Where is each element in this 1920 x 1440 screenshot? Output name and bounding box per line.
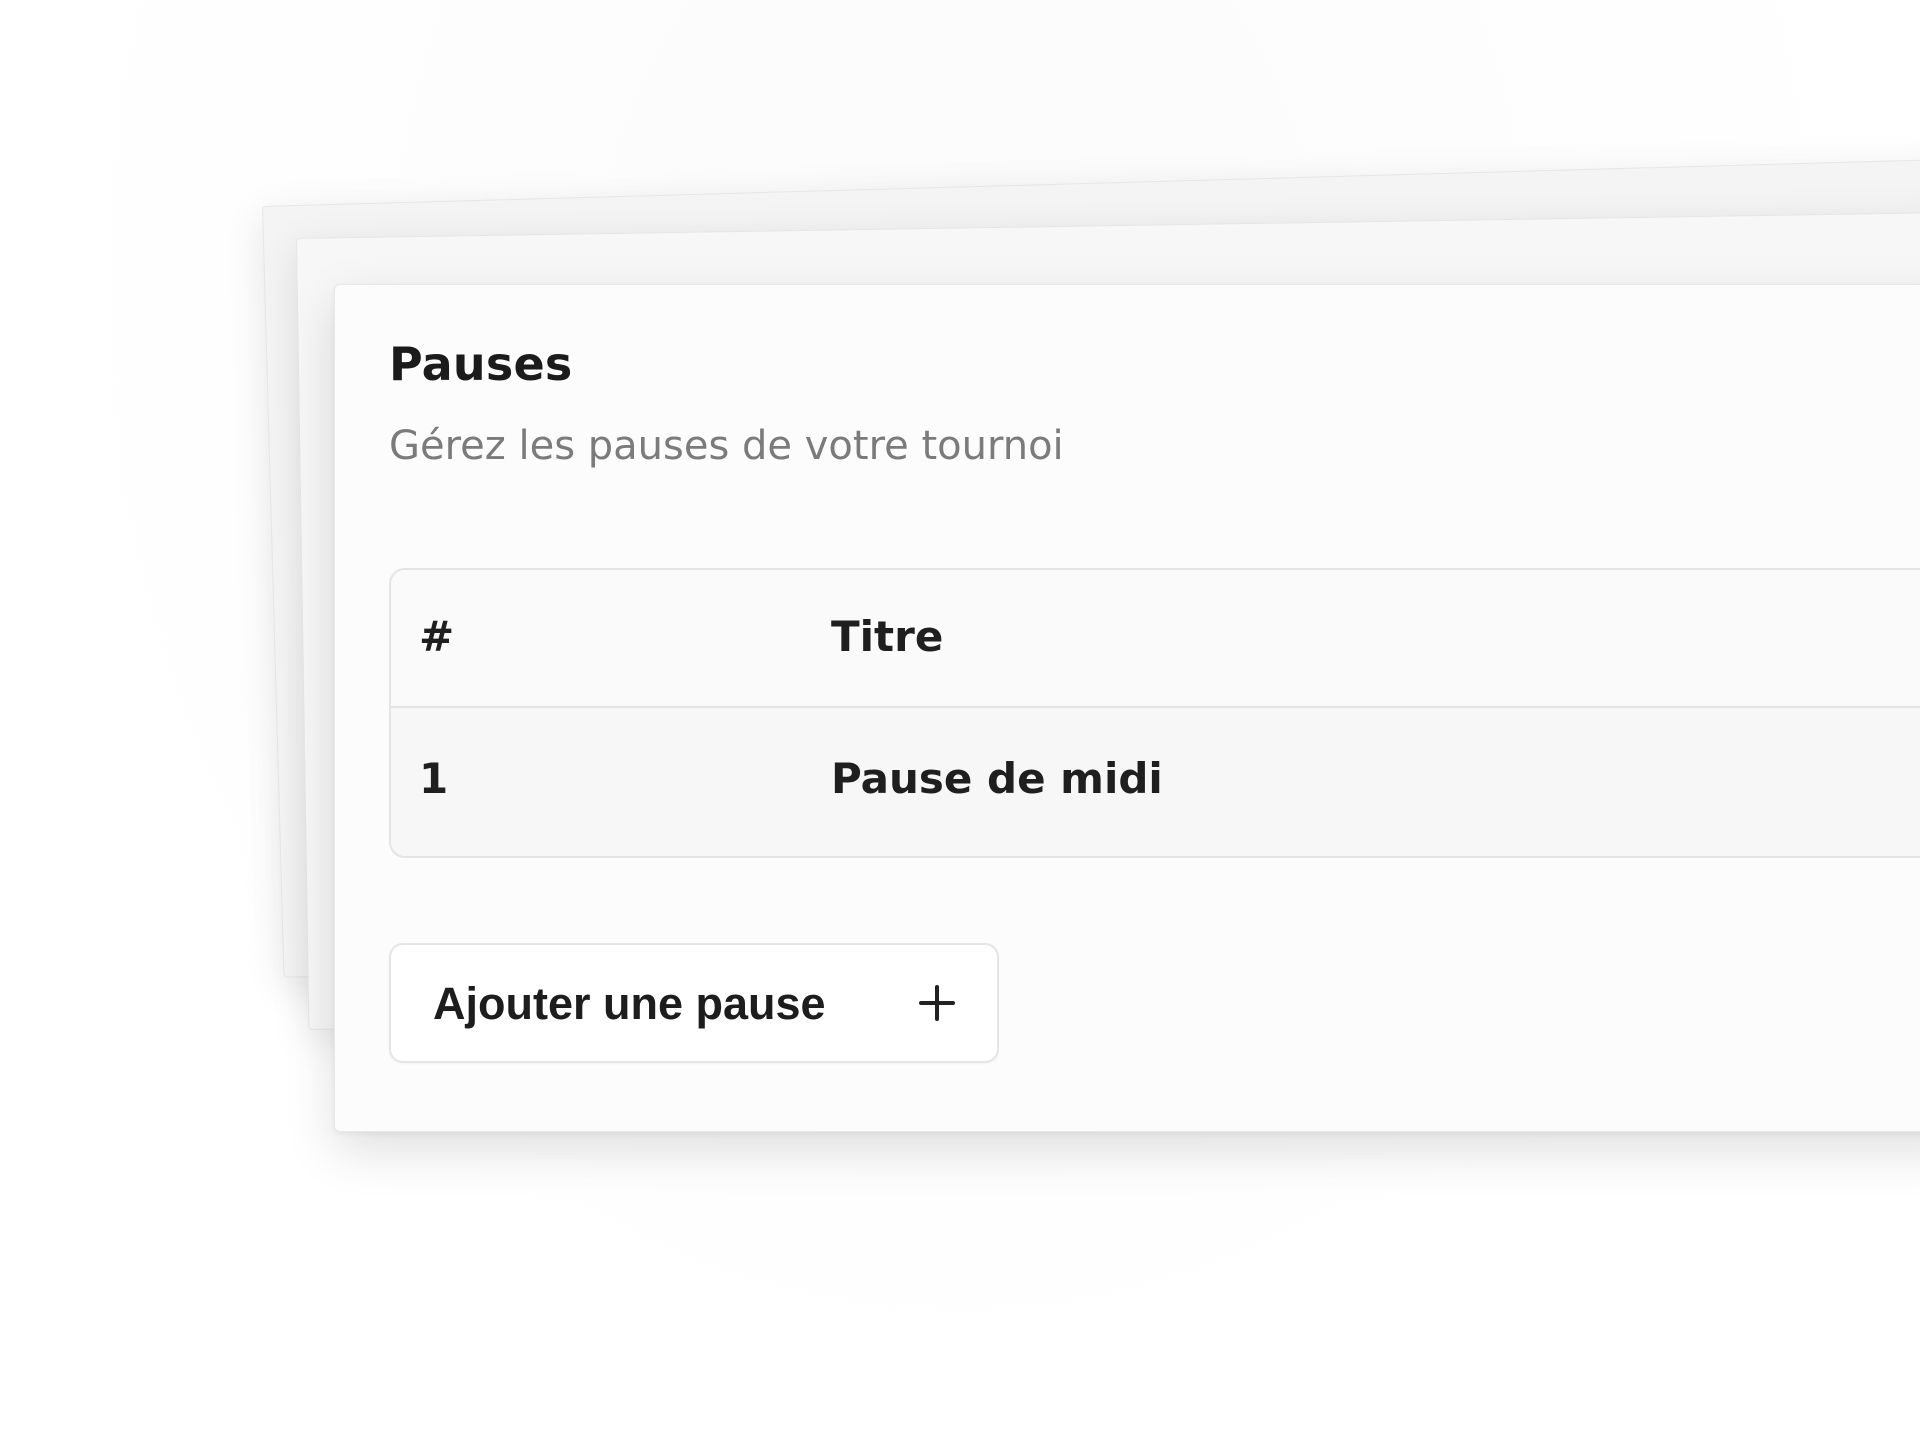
add-pause-label: Ajouter une pause: [433, 977, 826, 1029]
pause-title-cell: Pause de midi: [831, 754, 1163, 803]
pause-number-cell: 1: [419, 754, 449, 803]
pauses-card: Pauses Gérez les pauses de votre tournoi…: [334, 284, 1920, 1132]
page-background: Pauses Gérez les pauses de votre tournoi…: [0, 0, 1920, 1440]
table-header-row: # Titre: [391, 570, 1920, 708]
plus-icon: [919, 985, 955, 1021]
table-row: 1 Pause de midi: [391, 708, 1920, 856]
page-subtitle: Gérez les pauses de votre tournoi: [389, 423, 1064, 469]
page-title: Pauses: [389, 337, 573, 391]
pauses-table: # Titre 1 Pause de midi: [389, 568, 1920, 858]
column-header-title: Titre: [831, 612, 944, 661]
add-pause-button[interactable]: Ajouter une pause: [389, 943, 999, 1063]
column-header-number: #: [419, 612, 455, 661]
